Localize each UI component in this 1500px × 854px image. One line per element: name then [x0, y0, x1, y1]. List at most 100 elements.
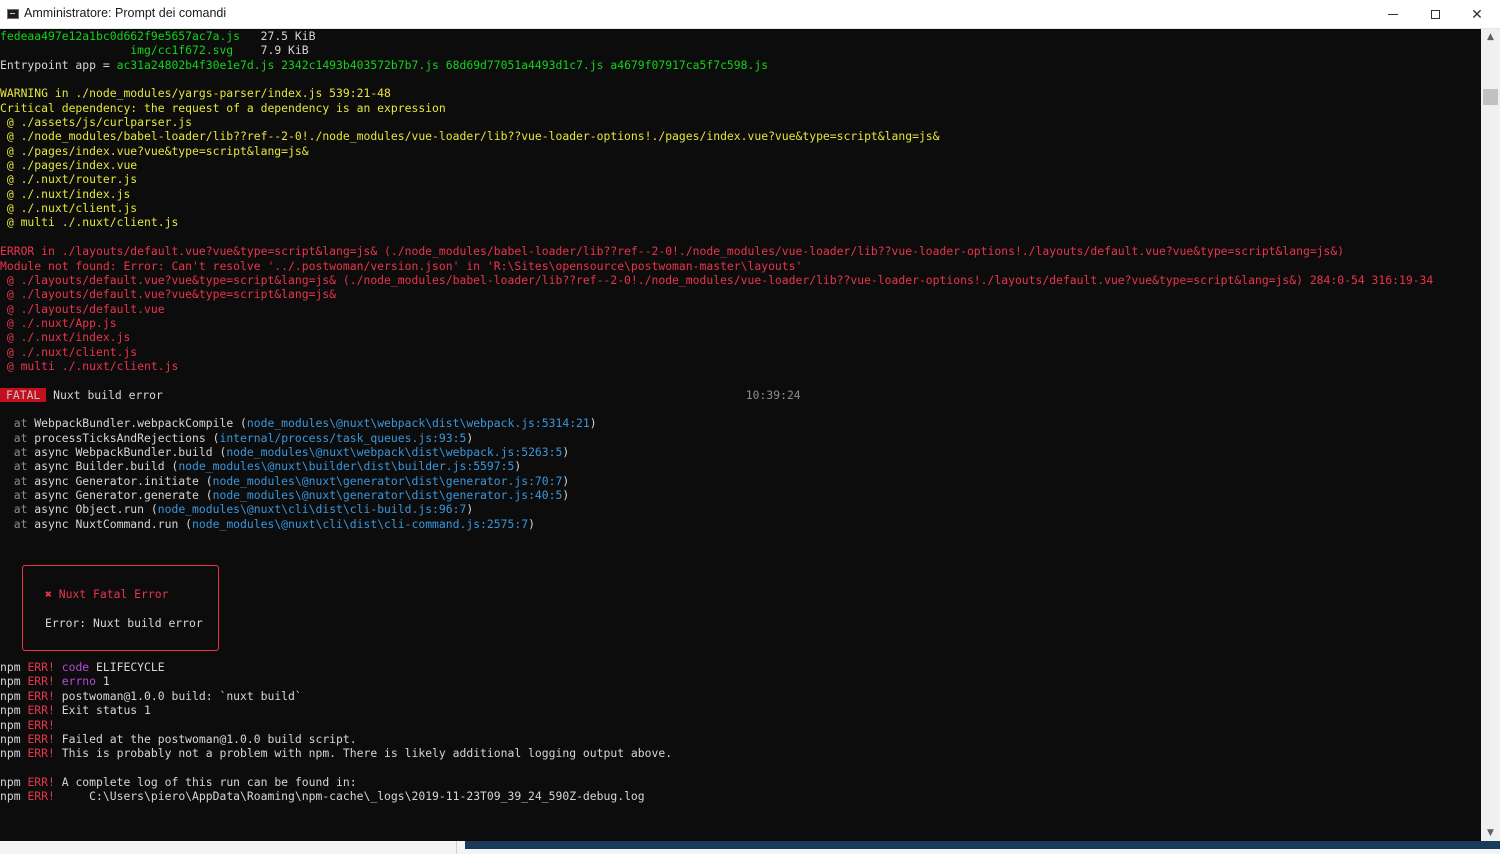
- console-text: node_modules\@nuxt\webpack\dist\webpack.…: [246, 416, 590, 431]
- error-box-title: ✖ Nuxt Fatal Error: [45, 587, 169, 601]
- console-text: async Object.run (: [34, 502, 158, 517]
- console-line: at async NuxtCommand.run (node_modules\@…: [0, 517, 1481, 531]
- console-text: C:\Users\piero\AppData\Roaming\npm-cache…: [54, 789, 645, 804]
- maximize-icon: [1430, 10, 1440, 19]
- console-line: @ ./layouts/default.vue?vue&type=script&…: [0, 273, 1481, 287]
- console-line: @ ./.nuxt/client.js: [0, 201, 1481, 215]
- console-text: processTicksAndRejections (: [34, 430, 220, 445]
- console-output[interactable]: fedeaa497e12a1bc0d662f9e5657ac7a.js 27.5…: [0, 29, 1481, 841]
- console-line: WARNING in ./node_modules/yargs-parser/i…: [0, 86, 1481, 100]
- error-box-message: Error: Nuxt build error: [45, 616, 203, 630]
- minimize-button[interactable]: [1372, 0, 1414, 29]
- close-button[interactable]: ✕: [1456, 0, 1498, 29]
- console-text: @ ./.nuxt/client.js: [0, 201, 138, 216]
- console-text: node_modules\@nuxt\builder\dist\builder.…: [178, 459, 515, 474]
- console-text: ): [466, 502, 474, 517]
- console-line: npm ERR! A complete log of this run can …: [0, 775, 1481, 789]
- console-text: at: [0, 488, 35, 502]
- console-text: @ ./.nuxt/App.js: [0, 315, 117, 330]
- console-text: async Builder.build (: [34, 459, 179, 474]
- scroll-up-arrow-icon[interactable]: ▲: [1481, 29, 1500, 45]
- console-line: npm ERR! This is probably not a problem …: [0, 746, 1481, 760]
- fatal-badge: FATAL: [0, 387, 47, 402]
- console-text: ERR!: [27, 703, 55, 718]
- console-text: Exit status 1: [54, 703, 151, 718]
- scrollbar-thumb[interactable]: [1483, 89, 1498, 105]
- console-text: ELIFECYCLE: [89, 660, 165, 675]
- console-line: @ multi ./.nuxt/client.js: [0, 359, 1481, 373]
- console-line: npm ERR!: [0, 718, 1481, 732]
- console-text: @ ./.nuxt/index.js: [0, 330, 131, 345]
- maximize-button[interactable]: [1414, 0, 1456, 29]
- console-text: at: [0, 430, 35, 445]
- console-text: fedeaa497e12a1bc0d662f9e5657ac7a.js: [0, 29, 241, 43]
- console-text: at: [0, 516, 35, 531]
- console-line: @ ./.nuxt/index.js: [0, 187, 1481, 201]
- background-window-bar: [465, 841, 1500, 849]
- window-title: Amministratore: Prompt dei comandi: [24, 6, 227, 20]
- console-text: npm: [0, 731, 28, 746]
- title-bar[interactable]: Amministratore: Prompt dei comandi ✕: [0, 0, 1500, 29]
- console-line: at async Builder.build (node_modules\@nu…: [0, 459, 1481, 473]
- console-text: node_modules\@nuxt\generator\dist\genera…: [212, 473, 563, 488]
- console-line: @ ./.nuxt/index.js: [0, 330, 1481, 344]
- console-text: WebpackBundler.webpackCompile (: [34, 416, 247, 431]
- console-line: @ ./pages/index.vue?vue&type=script&lang…: [0, 144, 1481, 158]
- console-text: @ multi ./.nuxt/client.js: [0, 215, 179, 230]
- cmd-icon: [7, 9, 19, 19]
- console-line: @ ./.nuxt/client.js: [0, 345, 1481, 359]
- divider: [456, 841, 457, 854]
- console-text: npm: [0, 703, 28, 718]
- console-text: postwoman@1.0.0 build: `nuxt build`: [54, 688, 302, 703]
- console-text: node_modules\@nuxt\cli\dist\cli-build.js…: [157, 502, 467, 517]
- console-line: fedeaa497e12a1bc0d662f9e5657ac7a.js 27.5…: [0, 29, 1481, 43]
- console-text: @ ./node_modules/babel-loader/lib??ref--…: [0, 129, 940, 144]
- console-text: node_modules\@nuxt\cli\dist\cli-command.…: [192, 516, 529, 531]
- console-text: @ multi ./.nuxt/client.js: [0, 358, 179, 373]
- console-text: at: [0, 459, 35, 474]
- console-text: errno: [61, 674, 97, 689]
- nuxt-fatal-error-box: ✖ Nuxt Fatal Error Error: Nuxt build err…: [22, 565, 219, 651]
- console-text: @ ./layouts/default.vue?vue&type=script&…: [0, 287, 337, 302]
- console-text: @ ./.nuxt/router.js: [0, 172, 138, 187]
- console-line: img/cc1f672.svg 7.9 KiB: [0, 43, 1481, 57]
- console-text: node_modules\@nuxt\webpack\dist\webpack.…: [226, 444, 563, 459]
- console-text: npm: [0, 774, 28, 789]
- console-text: Module not found: Error: Can't resolve '…: [0, 258, 803, 273]
- scroll-down-arrow-icon[interactable]: ▼: [1481, 825, 1500, 841]
- console-text: ERR!: [27, 746, 55, 761]
- console-line: Entrypoint app = ac31a24802b4f30e1e7d.js…: [0, 58, 1481, 72]
- console-text: ERROR in ./layouts/default.vue?vue&type=…: [0, 244, 1345, 259]
- console-text: 10:39:24: [745, 387, 801, 402]
- console-text: ): [589, 416, 597, 431]
- background-window-edge: [0, 841, 1500, 854]
- console-line: at WebpackBundler.webpackCompile (node_m…: [0, 416, 1481, 430]
- console-text: ): [528, 516, 535, 531]
- console-line: @ ./layouts/default.vue?vue&type=script&…: [0, 287, 1481, 301]
- console-text: at: [0, 444, 35, 459]
- console-text: npm: [0, 674, 28, 689]
- console-text: This is probably not a problem with npm.…: [54, 746, 673, 761]
- console-text: ERR!: [27, 789, 55, 804]
- vertical-scrollbar[interactable]: ▲ ▼: [1481, 29, 1500, 841]
- console-line: @ ./assets/js/curlparser.js: [0, 115, 1481, 129]
- console-text: ac31a24802b4f30e1e7d.js 2342c1493b403572…: [116, 57, 769, 72]
- console-text: WARNING in ./node_modules/yargs-parser/i…: [0, 86, 391, 101]
- console-text: @ ./pages/index.vue: [0, 158, 138, 173]
- console-line: at async WebpackBundler.build (node_modu…: [0, 445, 1481, 459]
- console-text: npm: [0, 660, 28, 675]
- console-line: Module not found: Error: Can't resolve '…: [0, 259, 1481, 273]
- console-text: ERR!: [27, 674, 55, 689]
- console-text: ): [562, 444, 570, 459]
- console-text: at: [0, 502, 35, 517]
- console-text: at: [0, 473, 35, 488]
- console-line: @ ./.nuxt/App.js: [0, 316, 1481, 330]
